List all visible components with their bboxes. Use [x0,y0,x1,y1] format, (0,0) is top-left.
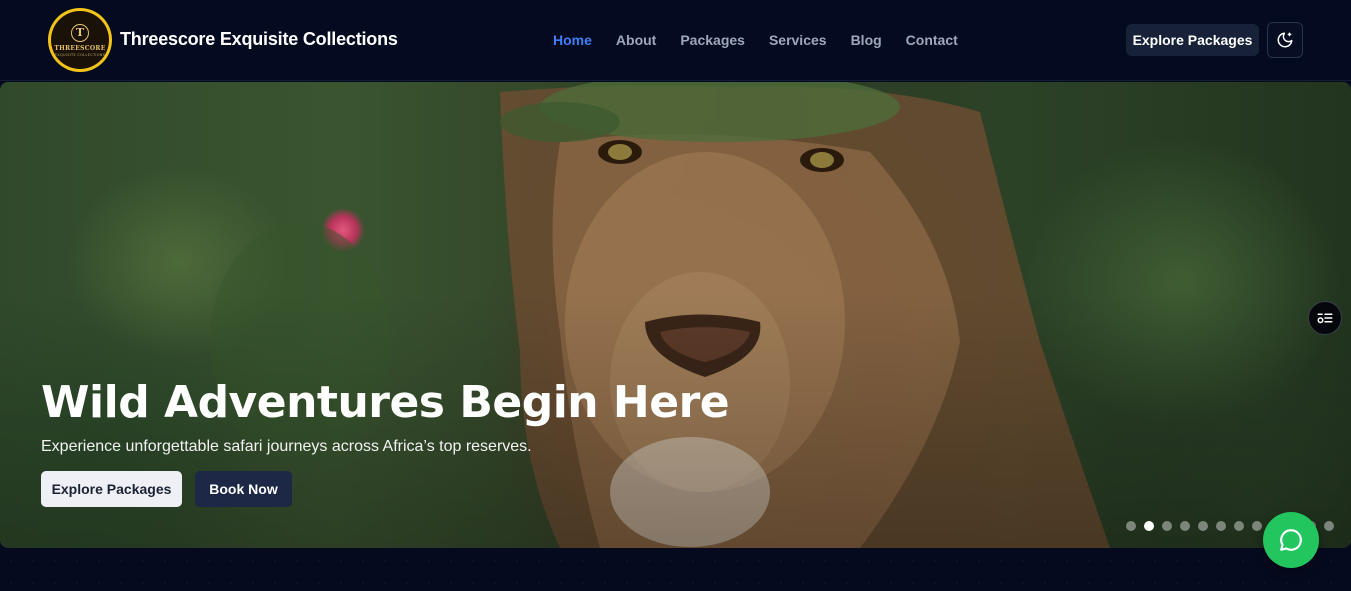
carousel-dot-3[interactable] [1162,521,1172,531]
carousel-dot-12[interactable] [1324,521,1334,531]
carousel-dot-7[interactable] [1234,521,1244,531]
page-background-section [0,550,1351,591]
nav-blog[interactable]: Blog [851,32,882,48]
nav-packages[interactable]: Packages [680,32,745,48]
brand-logo[interactable]: T THREESCORE EXQUISITE COLLECTIONS [48,8,112,72]
carousel-dot-8[interactable] [1252,521,1262,531]
main-nav: Home About Packages Services Blog Contac… [553,32,982,48]
logo-wordmark: THREESCORE [54,44,106,52]
chat-button[interactable] [1263,512,1319,568]
carousel-dot-6[interactable] [1216,521,1226,531]
nav-contact[interactable]: Contact [906,32,958,48]
logo-subtitle: EXQUISITE COLLECTIONS [54,52,106,57]
side-settings-button[interactable] [1308,301,1342,335]
logo-emblem: T THREESCORE EXQUISITE COLLECTIONS [51,11,109,69]
hero-subtitle: Experience unforgettable safari journeys… [41,438,532,455]
hero-carousel: Wild Adventures Begin Here Experience un… [0,82,1351,548]
nav-home[interactable]: Home [553,32,592,48]
moon-icon [1277,32,1293,48]
top-navbar: T THREESCORE EXQUISITE COLLECTIONS Three… [0,0,1351,81]
settings-list-icon [1317,313,1333,324]
brand-name[interactable]: Threescore Exquisite Collections [120,29,398,50]
carousel-dot-2[interactable] [1144,521,1154,531]
carousel-dot-4[interactable] [1180,521,1190,531]
nav-about[interactable]: About [616,32,656,48]
logo-crest-icon: T [71,23,89,42]
theme-toggle-button[interactable] [1267,22,1303,58]
explore-packages-button[interactable]: Explore Packages [1126,24,1259,56]
hero-title: Wild Adventures Begin Here [41,377,730,428]
carousel-dot-1[interactable] [1126,521,1136,531]
chat-bubble-icon [1280,529,1302,551]
hero-book-now-button[interactable]: Book Now [195,471,292,507]
carousel-dot-5[interactable] [1198,521,1208,531]
nav-services[interactable]: Services [769,32,827,48]
hero-explore-packages-button[interactable]: Explore Packages [41,471,182,507]
